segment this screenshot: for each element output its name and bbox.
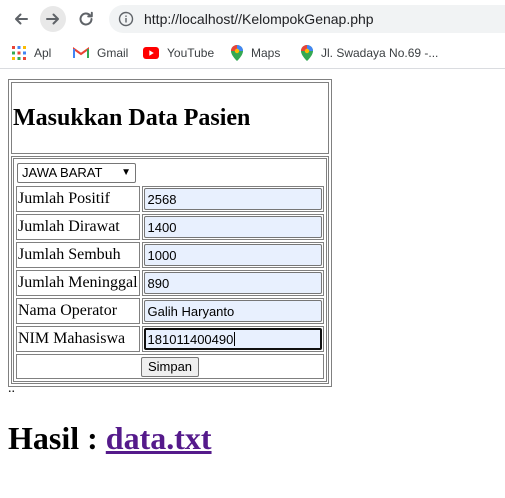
simpan-button[interactable]: Simpan (140, 356, 200, 377)
url-text: http://localhost//KelompokGenap.php (144, 11, 374, 27)
browser-toolbar: http://localhost//KelompokGenap.php (0, 0, 505, 38)
nim-mahasiswa-input[interactable]: 181011400490 (143, 328, 322, 350)
bookmark-jl-swadaya[interactable]: Jl. Swadaya No.69 -... (301, 43, 438, 63)
apps-grid-icon (12, 46, 26, 60)
forward-arrow-icon (46, 13, 59, 25)
province-row: JAWA BARAT ▼ (16, 161, 324, 184)
bookmark-label: YouTube (167, 46, 215, 60)
reload-button[interactable] (73, 6, 99, 32)
bookmark-label: Maps (251, 46, 281, 60)
bookmark-maps[interactable]: Maps (231, 43, 280, 63)
form-title: Masukkan Data Pasien (13, 104, 251, 131)
back-button[interactable] (8, 6, 34, 32)
data-txt-link[interactable]: data.txt (106, 420, 212, 456)
maps-pin-icon (231, 45, 243, 61)
gmail-icon (73, 47, 89, 58)
bookmarks-bar: Apl Gmail YouTube Maps Jl. Swadaya No.69… (0, 38, 505, 69)
field-label: Jumlah Sembuh (16, 242, 140, 268)
submit-row: Simpan (16, 354, 324, 379)
back-arrow-icon (15, 13, 28, 25)
bookmark-youtube[interactable]: YouTube (143, 43, 214, 63)
jumlah-dirawat-input[interactable]: 1400 (143, 216, 322, 238)
bookmark-gmail[interactable]: Gmail (73, 43, 128, 63)
jumlah-meninggal-input[interactable]: 890 (143, 272, 322, 294)
form-row: Jumlah Sembuh 1000 (16, 242, 324, 268)
forward-button[interactable] (40, 6, 66, 32)
separator-dots: .. (8, 381, 15, 396)
bookmark-apps[interactable]: Apl (12, 43, 51, 63)
form-row: NIM Mahasiswa 181011400490 (16, 326, 324, 352)
form-row: Jumlah Positif 2568 (16, 186, 324, 212)
jumlah-sembuh-input[interactable]: 1000 (143, 244, 322, 266)
patient-form-table: Masukkan Data Pasien JAWA BARAT ▼ Jumlah… (8, 79, 332, 387)
province-select[interactable]: JAWA BARAT ▼ (17, 162, 136, 183)
field-label: NIM Mahasiswa (16, 326, 140, 352)
form-row: Nama Operator Galih Haryanto (16, 298, 324, 324)
page-content: Masukkan Data Pasien JAWA BARAT ▼ Jumlah… (0, 69, 505, 498)
field-label: Jumlah Positif (16, 186, 140, 212)
maps-pin-icon (301, 45, 313, 61)
bookmark-label: Apl (34, 46, 52, 60)
form-row: Jumlah Meninggal 890 (16, 270, 324, 296)
result-heading: Hasil : data.txt (8, 420, 212, 457)
nim-value: 181011400490 (147, 331, 234, 347)
chevron-down-icon: ▼ (121, 167, 131, 178)
bookmark-label: Jl. Swadaya No.69 -... (321, 46, 439, 60)
title-cell: Masukkan Data Pasien (11, 82, 329, 154)
field-label: Jumlah Meninggal (16, 270, 140, 296)
nama-operator-input[interactable]: Galih Haryanto (143, 300, 322, 322)
address-bar[interactable]: http://localhost//KelompokGenap.php (109, 5, 505, 33)
field-label: Jumlah Dirawat (16, 214, 140, 240)
field-label: Nama Operator (16, 298, 140, 324)
form-row: Jumlah Dirawat 1400 (16, 214, 324, 240)
form-fields-table: JAWA BARAT ▼ Jumlah Positif 2568 Jumlah … (13, 158, 327, 382)
info-icon (118, 11, 134, 27)
form-cell: JAWA BARAT ▼ Jumlah Positif 2568 Jumlah … (11, 156, 329, 384)
province-selected: JAWA BARAT (22, 165, 103, 180)
youtube-icon (143, 47, 159, 59)
jumlah-positif-input[interactable]: 2568 (143, 188, 322, 210)
result-prefix: Hasil : (8, 420, 106, 456)
reload-icon (79, 11, 93, 26)
bookmark-label: Gmail (97, 46, 129, 60)
text-caret (234, 332, 236, 346)
